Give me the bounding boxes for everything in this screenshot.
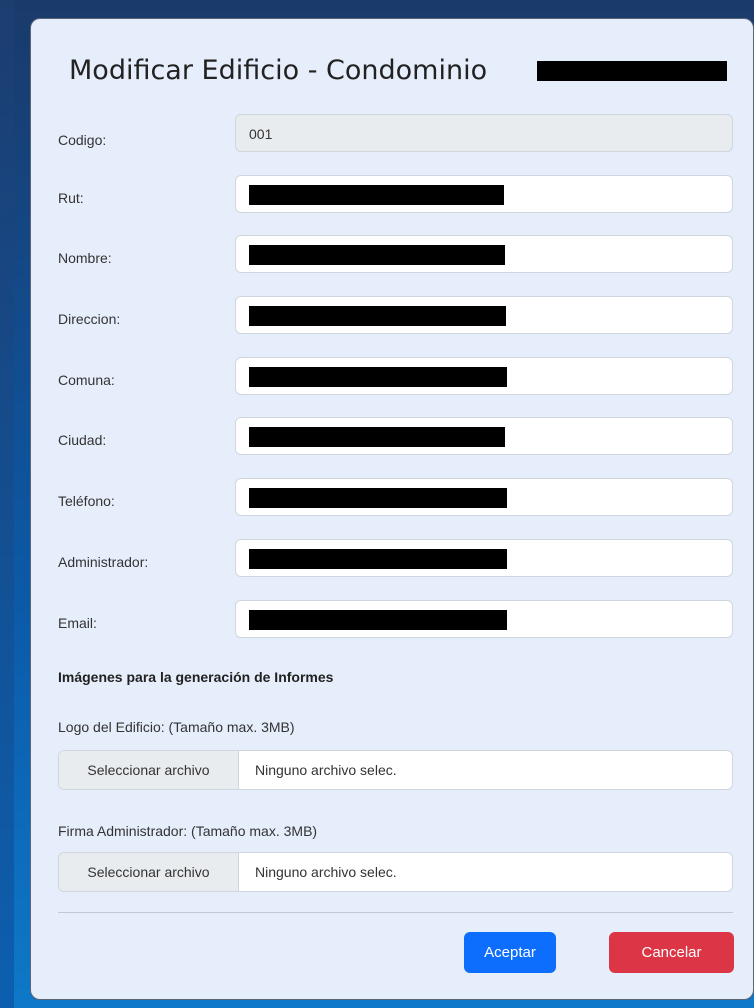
telefono-field[interactable] (235, 478, 733, 516)
email-field[interactable] (235, 600, 733, 638)
administrador-label: Administrador: (58, 554, 149, 570)
redacted-value (249, 245, 505, 265)
nombre-label: Nombre: (58, 250, 112, 266)
firma-select-file-button[interactable]: Seleccionar archivo (59, 853, 239, 891)
firma-file-status: Ninguno archivo selec. (255, 864, 397, 880)
modal-title: Modificar Edificio - Condominio (69, 55, 488, 86)
redacted-value (249, 549, 507, 569)
images-section-heading: Imágenes para la generación de Informes (58, 669, 334, 685)
direccion-field[interactable] (235, 296, 733, 334)
background-strip (0, 0, 14, 1008)
logo-file-status: Ninguno archivo selec. (255, 762, 397, 778)
redacted-value (249, 306, 506, 326)
redacted-value (249, 367, 507, 387)
comuna-field[interactable] (235, 357, 733, 395)
edit-building-modal: Modificar Edificio - Condominio Codigo: … (30, 18, 754, 1000)
codigo-label: Codigo: (58, 132, 107, 148)
firma-file-input[interactable]: Seleccionar archivo Ninguno archivo sele… (58, 852, 733, 892)
comuna-label: Comuna: (58, 372, 115, 388)
logo-select-file-button[interactable]: Seleccionar archivo (59, 751, 239, 789)
redacted-value (249, 488, 507, 508)
logo-file-label: Logo del Edificio: (Tamaño max. 3MB) (58, 719, 295, 735)
rut-label: Rut: (58, 190, 84, 206)
ciudad-field[interactable] (235, 417, 733, 455)
footer-divider (58, 912, 733, 913)
accept-button[interactable]: Aceptar (464, 932, 556, 973)
administrador-field[interactable] (235, 539, 733, 577)
redacted-value (249, 427, 505, 447)
codigo-value: 001 (249, 126, 273, 142)
redacted-value (249, 185, 504, 205)
codigo-field: 001 (235, 114, 733, 152)
redacted-condominio-name (537, 61, 727, 81)
email-label: Email: (58, 615, 97, 631)
logo-file-input[interactable]: Seleccionar archivo Ninguno archivo sele… (58, 750, 733, 790)
telefono-label: Teléfono: (58, 493, 115, 509)
ciudad-label: Ciudad: (58, 432, 107, 448)
rut-field[interactable] (235, 175, 733, 213)
firma-file-label: Firma Administrador: (Tamaño max. 3MB) (58, 823, 318, 839)
direccion-label: Direccion: (58, 311, 121, 327)
redacted-value (249, 610, 507, 630)
cancel-button[interactable]: Cancelar (609, 932, 734, 973)
nombre-field[interactable] (235, 235, 733, 273)
